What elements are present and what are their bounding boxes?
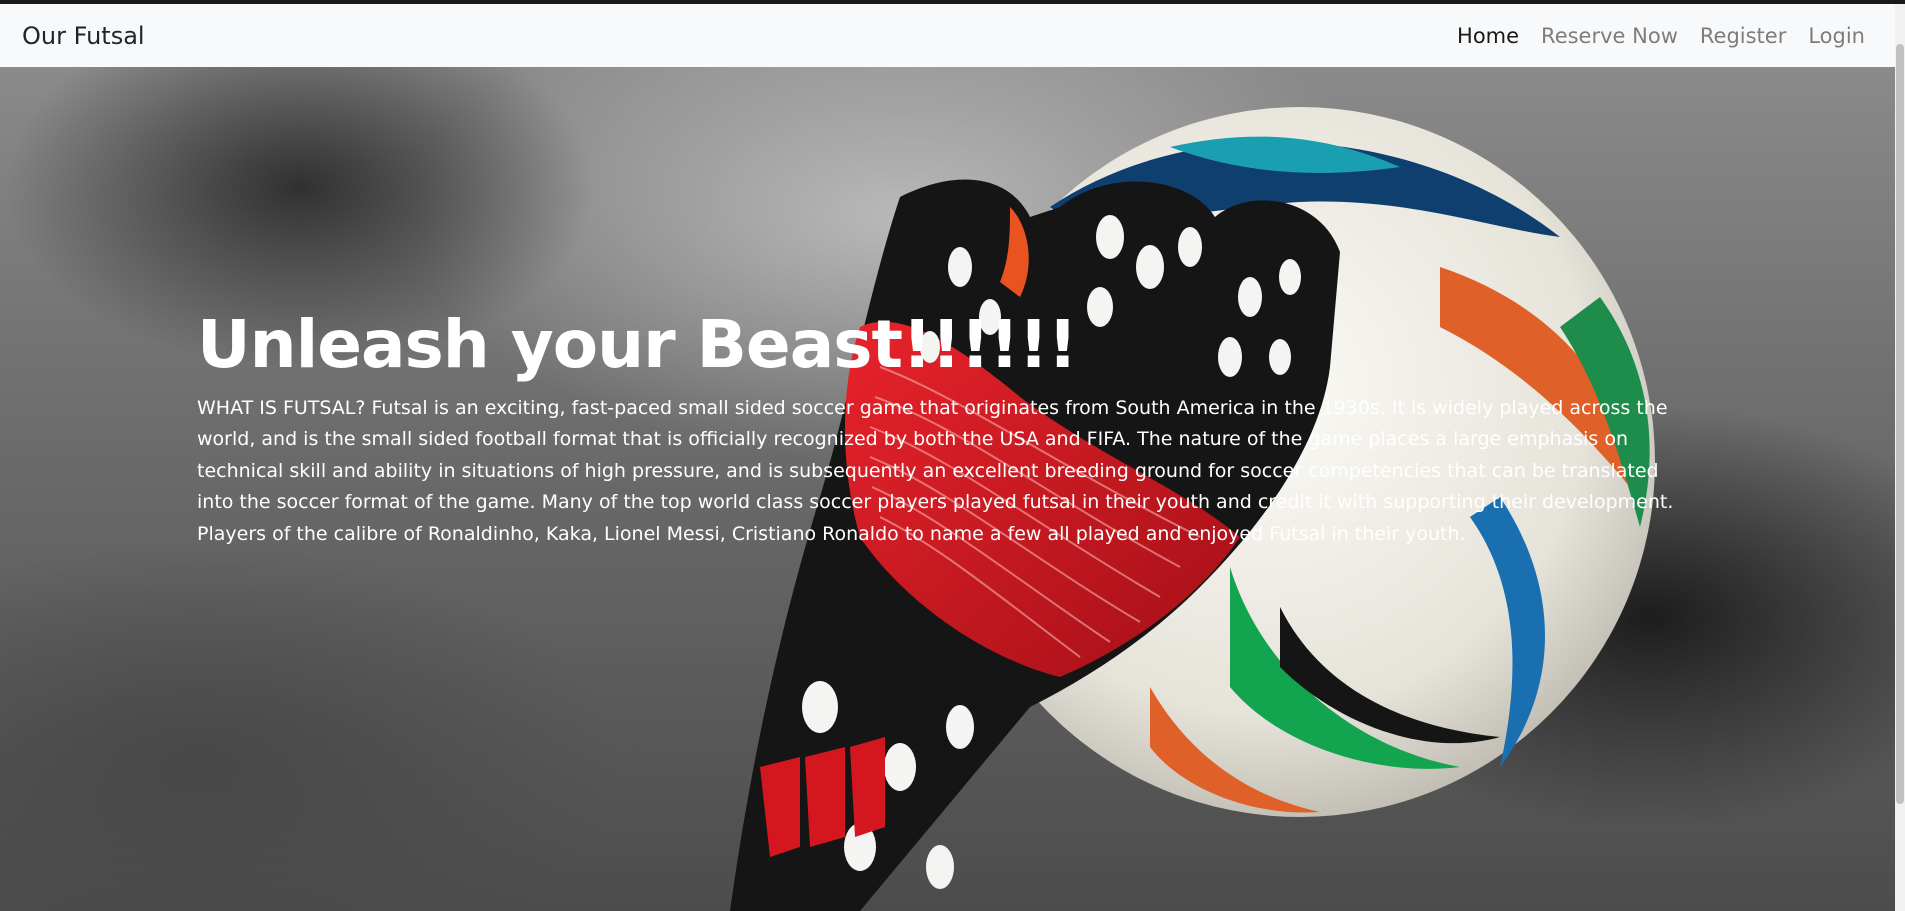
scrollbar[interactable] [1895,4,1905,911]
hero-title: Unleash your Beast!!!!!! [197,306,1078,383]
nav-link-register[interactable]: Register [1700,24,1786,48]
navbar: Our Futsal Home Reserve Now Register Log… [0,4,1895,67]
scrollbar-thumb[interactable] [1896,44,1904,804]
nav-links: Home Reserve Now Register Login [1457,24,1873,48]
brand-link[interactable]: Our Futsal [22,22,145,50]
nav-link-reserve-now[interactable]: Reserve Now [1541,24,1678,48]
hero-description: WHAT IS FUTSAL? Futsal is an exciting, f… [197,396,1674,545]
nav-link-login[interactable]: Login [1808,24,1865,48]
nav-link-home[interactable]: Home [1457,24,1519,48]
hero-section: Unleash your Beast!!!!!! WHAT IS FUTSAL?… [0,67,1895,911]
hero-content: Unleash your Beast!!!!!! WHAT IS FUTSAL?… [197,307,1697,550]
